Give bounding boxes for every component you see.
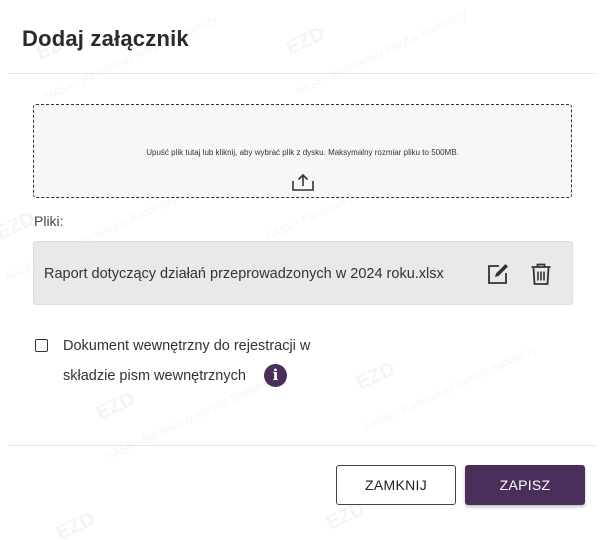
trash-icon bbox=[531, 263, 551, 285]
watermark-text: NASK - Państwowy Instytut Badawczy bbox=[294, 8, 469, 98]
file-name: Raport dotyczący działań przeprowadzonyc… bbox=[44, 266, 444, 282]
watermark-logo: EZD bbox=[353, 358, 399, 395]
footer-divider bbox=[8, 445, 595, 446]
delete-file-button[interactable] bbox=[529, 262, 553, 286]
internal-document-checkbox[interactable] bbox=[35, 339, 48, 352]
file-dropzone[interactable]: Upuść plik tutaj lub kliknij, aby wybrać… bbox=[33, 104, 572, 198]
add-attachment-dialog: EZD NASK - Państwowy Instytut Badawczy E… bbox=[0, 0, 603, 540]
info-icon[interactable]: i bbox=[264, 364, 287, 387]
watermark-text: NASK - Państwowy Instytut Badawczy bbox=[104, 373, 279, 463]
upload-icon bbox=[292, 173, 314, 191]
watermark-logo: EZD bbox=[0, 208, 38, 245]
header-divider bbox=[8, 73, 595, 74]
edit-icon bbox=[488, 264, 508, 284]
dialog-title: Dodaj załącznik bbox=[22, 26, 189, 51]
files-label: Pliki: bbox=[34, 213, 64, 229]
file-list-item: Raport dotyczący działań przeprowadzonyc… bbox=[33, 241, 573, 305]
watermark-logo: EZD bbox=[53, 508, 99, 540]
internal-document-label-continued: składzie pism wewnętrznych bbox=[63, 368, 246, 384]
dropzone-instructions: Upuść plik tutaj lub kliknij, aby wybrać… bbox=[146, 148, 459, 157]
internal-document-label: Dokument wewnętrzny do rejestracji w bbox=[63, 338, 311, 354]
close-button[interactable]: ZAMKNIJ bbox=[336, 465, 456, 505]
save-button[interactable]: ZAPISZ bbox=[465, 465, 585, 505]
watermark-text: NASK - Państwowy Instytut Badawczy bbox=[364, 343, 539, 433]
watermark-logo: EZD bbox=[283, 23, 329, 60]
edit-file-button[interactable] bbox=[486, 262, 510, 286]
watermark-logo: EZD bbox=[93, 388, 139, 425]
